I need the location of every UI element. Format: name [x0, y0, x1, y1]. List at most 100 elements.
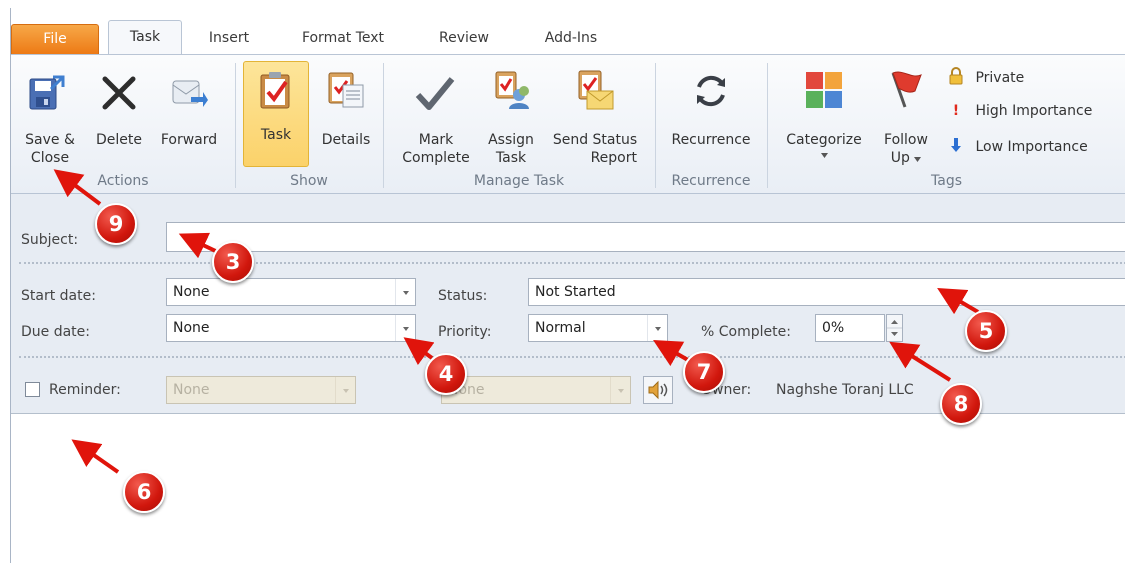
start-date-label: Start date:: [21, 288, 96, 304]
priority-field[interactable]: Normal: [528, 314, 668, 342]
assign-task-button[interactable]: Assign Task: [479, 61, 543, 166]
private-label: Private: [975, 70, 1025, 86]
mark-complete-button[interactable]: Mark Complete: [393, 61, 479, 166]
follow-up-label-2: Up: [873, 149, 939, 167]
annotation-badge-3: 3: [212, 241, 254, 283]
reminder-label: Reminder:: [49, 382, 121, 398]
start-date-field[interactable]: None: [166, 278, 416, 306]
flag-icon: [891, 71, 922, 108]
task-window: File Task Insert Format Text Review Add-…: [10, 8, 1125, 563]
recurrence-button[interactable]: Recurrence: [661, 61, 761, 165]
assign-task-label-2: Task: [495, 150, 527, 166]
reminder-time-field: None: [441, 376, 631, 404]
annotation-badge-5: 5: [965, 310, 1007, 352]
checkmark-icon: [415, 77, 455, 110]
low-importance-button[interactable]: Low Importance: [947, 136, 1088, 156]
group-label-show: Show: [290, 173, 328, 189]
save-close-button[interactable]: Save & Close: [15, 61, 85, 166]
arrow-down-icon: [951, 138, 961, 152]
group-label-recurrence: Recurrence: [671, 173, 751, 189]
send-status-report-button[interactable]: Send Status Report: [543, 61, 647, 166]
priority-value: Normal: [535, 320, 586, 336]
tab-task[interactable]: Task: [108, 20, 182, 55]
low-importance-label: Low Importance: [975, 139, 1088, 155]
group-separator: [655, 63, 656, 188]
status-field[interactable]: Not Started: [528, 278, 1125, 306]
categorize-icon: [806, 72, 842, 108]
chevron-down-icon[interactable]: [395, 315, 415, 341]
forward-icon: [172, 80, 208, 107]
annotation-badge-4: 4: [425, 353, 467, 395]
follow-up-text: Up: [890, 150, 910, 166]
recurrence-icon: [697, 75, 725, 107]
due-date-field[interactable]: None: [166, 314, 416, 342]
forward-label: Forward: [160, 132, 218, 148]
lock-icon: [949, 67, 963, 85]
send-status-label-2: Report: [590, 150, 637, 166]
tab-insert[interactable]: Insert: [199, 24, 259, 54]
details-view-label: Details: [321, 132, 371, 148]
tab-add-ins[interactable]: Add-Ins: [532, 24, 610, 54]
high-importance-label: High Importance: [975, 103, 1093, 119]
ribbon: Save & Close Delete Forward Actions Task…: [11, 54, 1125, 194]
task-view-button[interactable]: Task: [243, 61, 309, 167]
group-separator: [235, 63, 236, 188]
tab-review[interactable]: Review: [429, 24, 499, 54]
reminder-sound-button[interactable]: [643, 376, 673, 404]
spinner-arrows-icon: [887, 320, 902, 336]
details-view-button[interactable]: Details: [313, 61, 379, 165]
annotation-badge-6: 6: [123, 471, 165, 513]
status-report-icon: [578, 70, 614, 110]
categorize-label: Categorize: [786, 132, 862, 148]
percent-spinner[interactable]: [886, 314, 903, 342]
reminder-checkbox[interactable]: [25, 382, 40, 397]
tab-format-text[interactable]: Format Text: [293, 24, 393, 54]
due-date-label: Due date:: [21, 324, 91, 340]
start-date-value: None: [173, 284, 210, 300]
percent-complete-input[interactable]: 0%: [815, 314, 885, 342]
private-button[interactable]: Private: [947, 67, 1024, 87]
high-importance-button[interactable]: ! High Importance: [947, 101, 1093, 121]
follow-up-label-1: Follow: [884, 132, 928, 148]
annotation-badge-7: 7: [683, 351, 725, 393]
owner-value: Naghshe Toranj LLC: [776, 382, 914, 398]
subject-input[interactable]: [166, 222, 1125, 252]
delete-button[interactable]: Delete: [89, 61, 149, 165]
forward-button[interactable]: Forward: [151, 61, 227, 165]
chevron-down-icon: [914, 157, 922, 162]
chevron-down-icon: [610, 377, 630, 403]
subject-label: Subject:: [21, 232, 79, 248]
chevron-down-icon[interactable]: [647, 315, 667, 341]
divider: [19, 356, 1125, 358]
save-close-label-1: Save &: [25, 132, 75, 148]
follow-up-button[interactable]: Follow Up: [873, 61, 939, 167]
divider: [19, 262, 1125, 264]
ribbon-tabs: File Task Insert Format Text Review Add-…: [11, 8, 1125, 55]
task-view-label: Task: [260, 127, 292, 143]
mark-complete-label-1: Mark: [418, 132, 454, 148]
chevron-down-icon: [821, 153, 828, 158]
clipboard-check-icon: [260, 72, 290, 109]
speaker-icon: [648, 380, 668, 400]
send-status-label-1: Send Status: [552, 132, 638, 148]
reminder-date-value: None: [173, 382, 210, 398]
delete-x-icon: [102, 76, 136, 110]
assign-task-label-1: Assign: [488, 132, 534, 148]
exclamation-icon: !: [952, 103, 960, 119]
tab-file[interactable]: File: [11, 24, 99, 54]
mark-complete-label-2: Complete: [402, 150, 470, 166]
annotation-badge-9: 9: [95, 203, 137, 245]
annotation-badge-8: 8: [940, 383, 982, 425]
save-close-label-2: Close: [30, 150, 70, 166]
group-label-actions: Actions: [97, 173, 149, 189]
group-label-tags: Tags: [931, 173, 962, 189]
group-label-manage-task: Manage Task: [473, 173, 565, 189]
categorize-button[interactable]: Categorize: [777, 61, 871, 165]
group-separator: [383, 63, 384, 188]
chevron-down-icon: [335, 377, 355, 403]
percent-complete-label: % Complete:: [701, 324, 791, 340]
chevron-down-icon[interactable]: [395, 279, 415, 305]
task-body-editor[interactable]: [11, 413, 1125, 563]
group-separator: [767, 63, 768, 188]
save-close-icon: [29, 75, 65, 110]
